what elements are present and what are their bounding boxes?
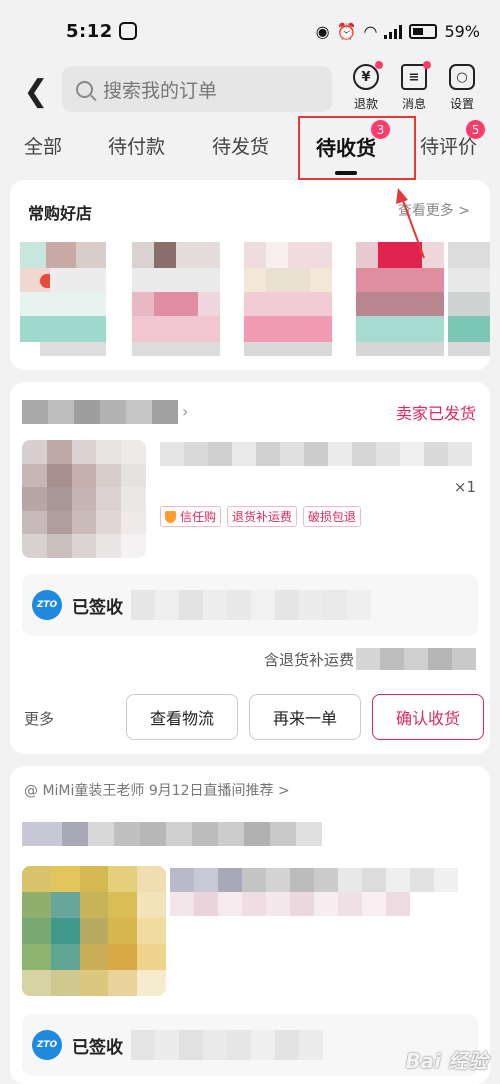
signal-icon [384,24,403,39]
logistics-status: 已签收 [72,1037,123,1058]
logistics-detail-blurred [131,1030,323,1060]
shop-thumbnail[interactable] [132,222,220,356]
price-row: 含退货补运费 [264,648,476,670]
frequent-shops-title: 常购好店 [28,204,93,223]
battery-icon [409,23,438,39]
product-title-blurred[interactable] [160,442,472,466]
settings-button[interactable]: ○ 设置 [436,64,488,112]
shield-icon [165,510,176,523]
tag-return-shipping: 退货补运费 [227,506,298,527]
tab-all[interactable]: 全部 [24,132,62,159]
product-title-blurred[interactable] [170,892,410,916]
logistics-detail-blurred [131,590,371,620]
refund-label: 退款 [353,97,378,111]
product-image[interactable] [22,866,166,996]
shop-thumbnail[interactable] [20,222,108,356]
zto-courier-logo: ZTO [32,590,62,620]
confirm-receipt-button[interactable]: 确认收货 [372,694,484,740]
more-button[interactable]: 更多 [24,708,54,729]
top-bar: ❮ 搜索我的订单 ¥ 退款 ≡ 消息 ○ 设置 [0,61,500,120]
view-more-link[interactable]: 查看更多 > [398,200,470,220]
fee-label: 含退货补运费 [263,650,354,669]
zto-courier-logo: ZTO [32,1030,62,1060]
annotation-highlight-box [298,116,416,180]
view-logistics-button[interactable]: 查看物流 [126,694,238,740]
tag-trust-purchase: 信任购 [160,506,222,527]
settings-label: 设置 [449,97,474,111]
battery-percent: 59% [444,21,480,41]
logistics-status: 已签收 [72,597,123,618]
order-status: 卖家已发货 [395,404,476,423]
watermark-text: Bai 经验 [405,1049,488,1073]
order-tabs: 全部 待付款 待发货 待收货 3 待评价 5 [0,120,500,176]
order-card[interactable]: › 卖家已发货 ×1 信任购 退货补运费 破损包退 ZTO 已签收 含退货补运费… [10,382,490,754]
status-bar: 5:12 ◉ ⏰ ◠ 59% [0,0,500,62]
status-time: 5:12 [66,20,113,42]
alarm-icon: ⏰ [336,21,357,41]
messages-label: 消息 [401,97,426,111]
wifi-icon: ◠ [363,21,378,41]
message-icon: ≡ [401,61,431,90]
product-image[interactable] [22,440,146,558]
chevron-left-icon: ❮ [23,73,49,109]
app-notification-icon [118,22,137,40]
messages-button[interactable]: ≡ 消息 [388,61,440,112]
refund-button[interactable]: ¥ 退款 [340,61,392,112]
live-recommend-link[interactable]: @ MiMi童装王老师 9月12日直播间推荐 > [24,780,290,800]
quantity: ×1 [453,478,476,496]
refund-icon: ¥ [353,61,383,90]
order-actions: 更多 查看物流 再来一单 确认收货 [24,694,484,742]
tab-pending-review[interactable]: 待评价 5 [420,120,486,159]
tab-badge: 5 [466,120,486,139]
search-input[interactable]: 搜索我的订单 [62,66,332,112]
shop-thumbnail[interactable] [356,222,444,356]
price-blurred [356,648,476,670]
search-icon [76,80,93,98]
back-button[interactable]: ❮ [14,69,58,113]
tag-damage-refund: 破损包退 [303,506,362,527]
service-tags: 信任购 退货补运费 破损包退 [160,506,362,527]
logistics-bar[interactable]: ZTO 已签收 [22,574,478,636]
product-title-blurred[interactable] [170,868,458,892]
shop-name-blurred[interactable]: › [22,400,194,424]
shop-thumbnail[interactable] [244,222,332,356]
tab-pending-payment[interactable]: 待付款 [108,132,165,159]
eye-icon: ◉ [315,21,330,41]
status-icons: ◉ ⏰ ◠ 59% [316,22,480,41]
settings-icon: ○ [449,64,475,90]
tab-pending-shipment[interactable]: 待发货 [212,132,269,159]
reorder-button[interactable]: 再来一单 [249,694,361,740]
search-placeholder: 搜索我的订单 [103,79,218,102]
shop-thumbnail[interactable] [448,222,490,356]
shop-name-blurred[interactable] [22,822,322,846]
frequent-shops-card: 常购好店 查看更多 > [10,180,490,370]
order-card[interactable]: @ MiMi童装王老师 9月12日直播间推荐 > ZTO 已签收 [10,766,490,1084]
